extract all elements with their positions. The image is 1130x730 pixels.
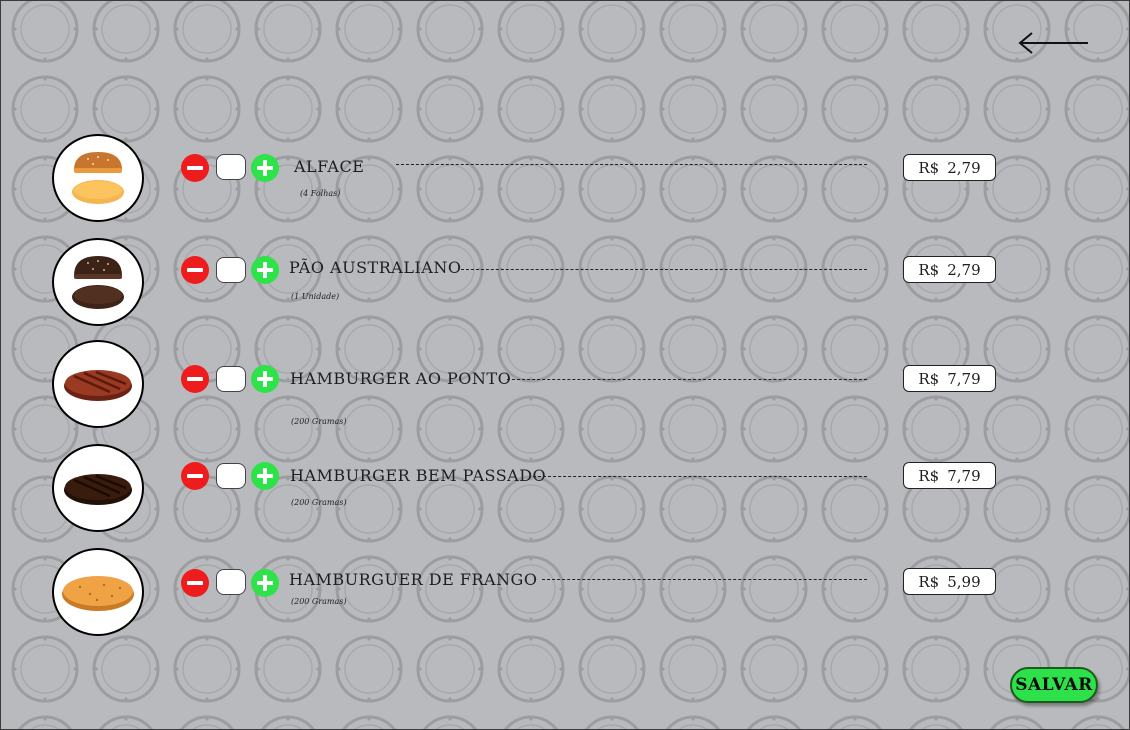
currency-label: R$ (918, 466, 940, 485)
back-arrow-icon[interactable] (1016, 30, 1092, 56)
decrease-button[interactable] (181, 154, 209, 182)
currency-label: R$ (918, 260, 940, 279)
decrease-button[interactable] (181, 462, 209, 490)
item-image (52, 238, 144, 326)
item-description: (200 Gramas) (291, 498, 347, 507)
quantity-field[interactable] (216, 366, 246, 392)
chicken-patty-icon (62, 576, 134, 611)
medium-patty-icon (64, 370, 132, 401)
item-image (52, 134, 144, 222)
menu-item-row: HAMBURGUER DE FRANGO (200 Gramas) R$ 5,9… (0, 536, 1130, 636)
quantity-field[interactable] (216, 463, 246, 489)
item-name: ALFACE (294, 157, 365, 176)
item-image (52, 548, 144, 636)
price-tag: R$ 5,99 (903, 568, 996, 595)
quantity-field[interactable] (216, 154, 246, 180)
currency-label: R$ (918, 158, 940, 177)
currency-label: R$ (918, 572, 940, 591)
decrease-button[interactable] (181, 256, 209, 284)
decrease-button[interactable] (181, 569, 209, 597)
leader-line (396, 164, 867, 165)
menu-item-row: HAMBURGER BEM PASSADO (200 Gramas) R$ 7,… (0, 430, 1130, 532)
price-tag: R$ 2,79 (903, 256, 996, 283)
leader-line (461, 269, 867, 270)
increase-button[interactable] (251, 569, 279, 597)
menu-item-row: HAMBURGER AO PONTO (200 Gramas) R$ 7,79 (0, 330, 1130, 430)
decrease-button[interactable] (181, 365, 209, 393)
currency-label: R$ (918, 369, 940, 388)
item-name: HAMBURGER AO PONTO (290, 369, 512, 388)
item-description: (1 Unidade) (291, 292, 340, 301)
australian-bun-icon (72, 256, 124, 309)
leader-line (507, 379, 867, 380)
save-button[interactable]: SALVAR (1010, 667, 1098, 703)
price-value: 7,79 (947, 369, 981, 388)
price-value: 5,99 (947, 572, 981, 591)
item-name: PÃO AUSTRALIANO (289, 258, 462, 277)
lettuce-bun-icon (72, 152, 124, 204)
item-description: (200 Gramas) (291, 417, 347, 426)
price-tag: R$ 7,79 (903, 365, 996, 392)
price-tag: R$ 7,79 (903, 462, 996, 489)
increase-button[interactable] (251, 256, 279, 284)
increase-button[interactable] (251, 462, 279, 490)
item-description: (4 Folhas) (300, 189, 341, 198)
leader-line (542, 579, 867, 580)
increase-button[interactable] (251, 365, 279, 393)
item-name: HAMBURGER BEM PASSADO (290, 466, 547, 485)
well-done-patty-icon (64, 474, 132, 505)
quantity-field[interactable] (216, 257, 246, 283)
price-tag: R$ 2,79 (903, 154, 996, 181)
menu-item-row: PÃO AUSTRALIANO (1 Unidade) R$ 2,79 (0, 224, 1130, 326)
quantity-field[interactable] (216, 569, 246, 595)
price-value: 2,79 (947, 158, 981, 177)
increase-button[interactable] (251, 154, 279, 182)
price-value: 7,79 (947, 466, 981, 485)
item-image (52, 340, 144, 428)
menu-item-row: ALFACE (4 Folhas) R$ 2,79 (0, 120, 1130, 222)
leader-line (533, 476, 867, 477)
item-description: (200 Gramas) (291, 597, 347, 606)
item-name: HAMBURGUER DE FRANGO (289, 570, 538, 589)
item-image (52, 444, 144, 532)
price-value: 2,79 (947, 260, 981, 279)
